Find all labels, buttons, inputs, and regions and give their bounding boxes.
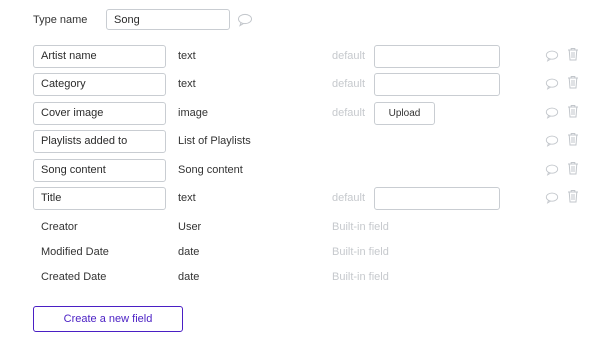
field-type[interactable]: text xyxy=(178,192,196,204)
field-type[interactable]: text xyxy=(178,50,196,62)
trash-icon[interactable] xyxy=(566,189,580,203)
default-value-input[interactable] xyxy=(374,187,500,210)
builtin-field-name: Creator xyxy=(41,221,78,233)
comment-icon[interactable] xyxy=(545,134,559,148)
field-name-input[interactable]: Title xyxy=(33,187,166,210)
trash-icon[interactable] xyxy=(566,75,580,89)
builtin-field-note: Built-in field xyxy=(332,271,389,283)
comment-icon[interactable] xyxy=(545,163,559,177)
builtin-field-note: Built-in field xyxy=(332,246,389,258)
type-name-label: Type name xyxy=(33,14,88,26)
field-type[interactable]: text xyxy=(178,78,196,90)
builtin-field-type: date xyxy=(178,246,200,258)
upload-button[interactable]: Upload xyxy=(374,102,435,125)
builtin-field-type: User xyxy=(178,221,202,233)
default-label: default xyxy=(332,78,366,90)
comment-icon[interactable] xyxy=(545,77,559,91)
builtin-field-note: Built-in field xyxy=(332,221,389,233)
default-label: default xyxy=(332,107,366,119)
default-label: default xyxy=(332,192,366,204)
field-name-input[interactable]: Playlists added to xyxy=(33,130,166,153)
default-label: default xyxy=(332,50,366,62)
builtin-field-name: Created Date xyxy=(41,271,107,283)
trash-icon[interactable] xyxy=(566,132,580,146)
field-name-input[interactable]: Artist name xyxy=(33,45,166,68)
type-name-input[interactable]: Song xyxy=(106,9,230,30)
default-value-input[interactable] xyxy=(374,45,500,68)
field-type[interactable]: image xyxy=(178,107,208,119)
field-type[interactable]: List of Playlists xyxy=(178,135,251,147)
trash-icon[interactable] xyxy=(566,161,580,175)
field-name-input[interactable]: Song content xyxy=(33,159,166,182)
builtin-field-type: date xyxy=(178,271,200,283)
comment-icon[interactable] xyxy=(545,106,559,120)
create-new-field-button[interactable]: Create a new field xyxy=(33,306,183,332)
trash-icon[interactable] xyxy=(566,47,580,61)
comment-icon[interactable] xyxy=(237,13,253,27)
comment-icon[interactable] xyxy=(545,191,559,205)
builtin-field-name: Modified Date xyxy=(41,246,109,258)
default-value-input[interactable] xyxy=(374,73,500,96)
comment-icon[interactable] xyxy=(545,49,559,63)
field-name-input[interactable]: Cover image xyxy=(33,102,166,125)
field-type[interactable]: Song content xyxy=(178,164,243,176)
trash-icon[interactable] xyxy=(566,104,580,118)
field-name-input[interactable]: Category xyxy=(33,73,166,96)
